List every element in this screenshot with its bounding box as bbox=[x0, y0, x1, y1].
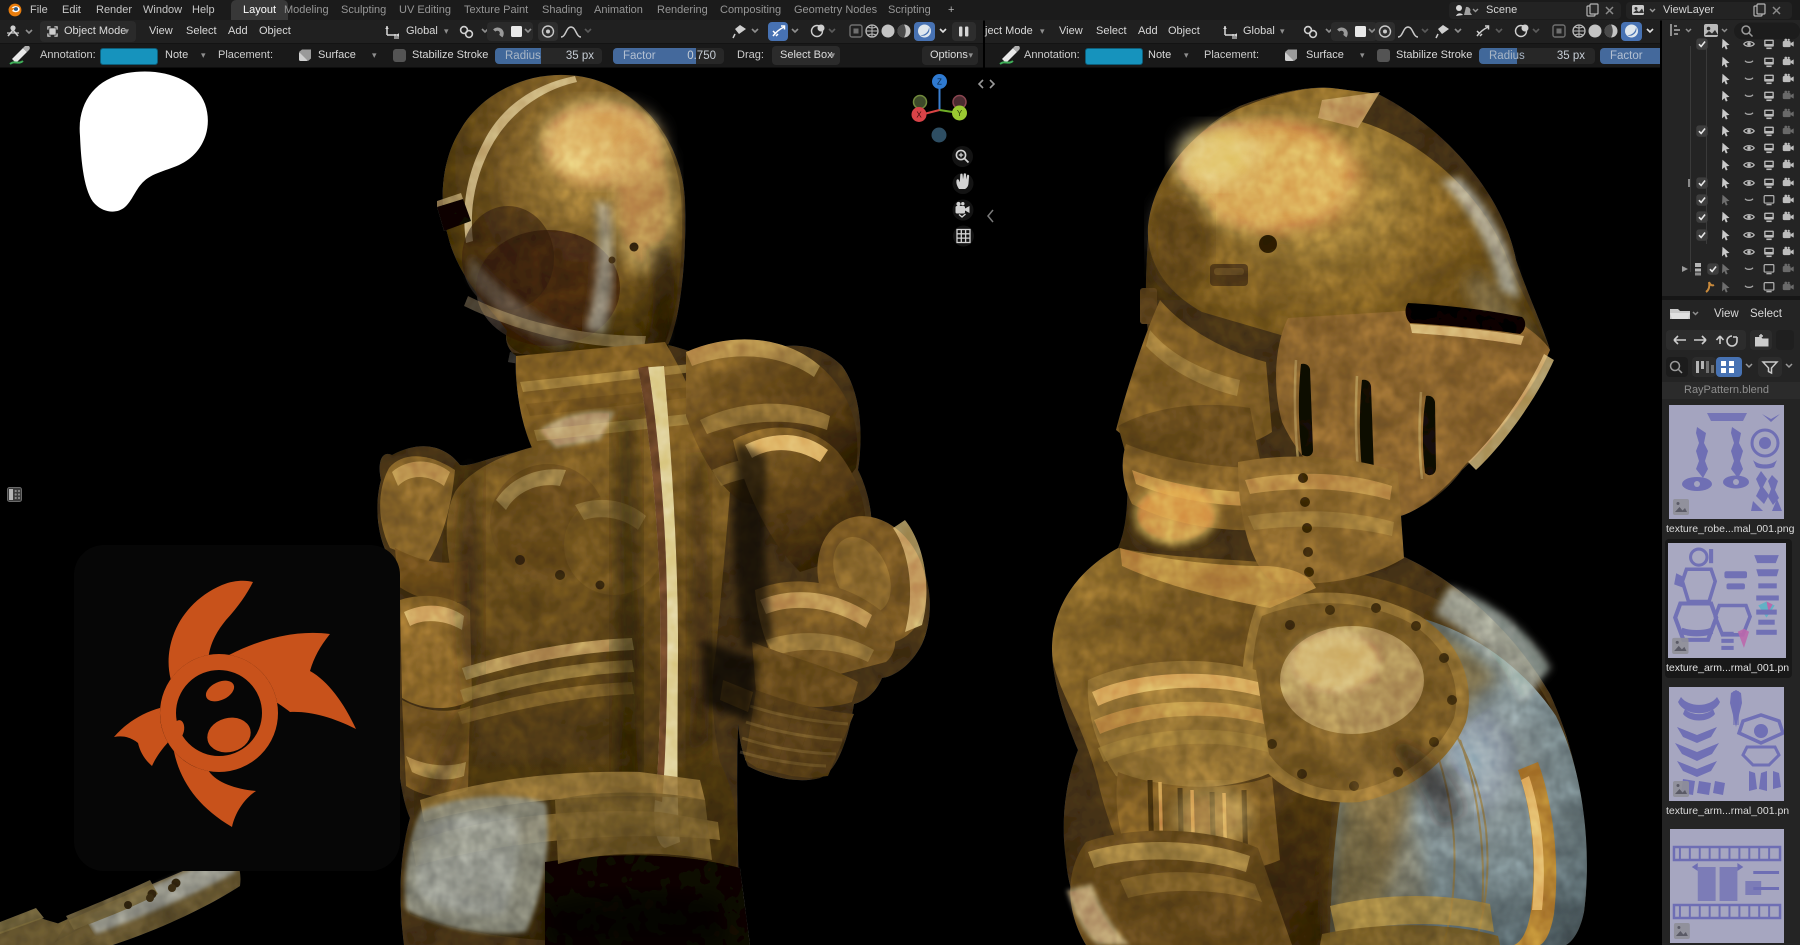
svg-text:Y: Y bbox=[957, 109, 963, 118]
svg-text:Z: Z bbox=[937, 78, 942, 87]
svg-text:X: X bbox=[916, 111, 922, 120]
